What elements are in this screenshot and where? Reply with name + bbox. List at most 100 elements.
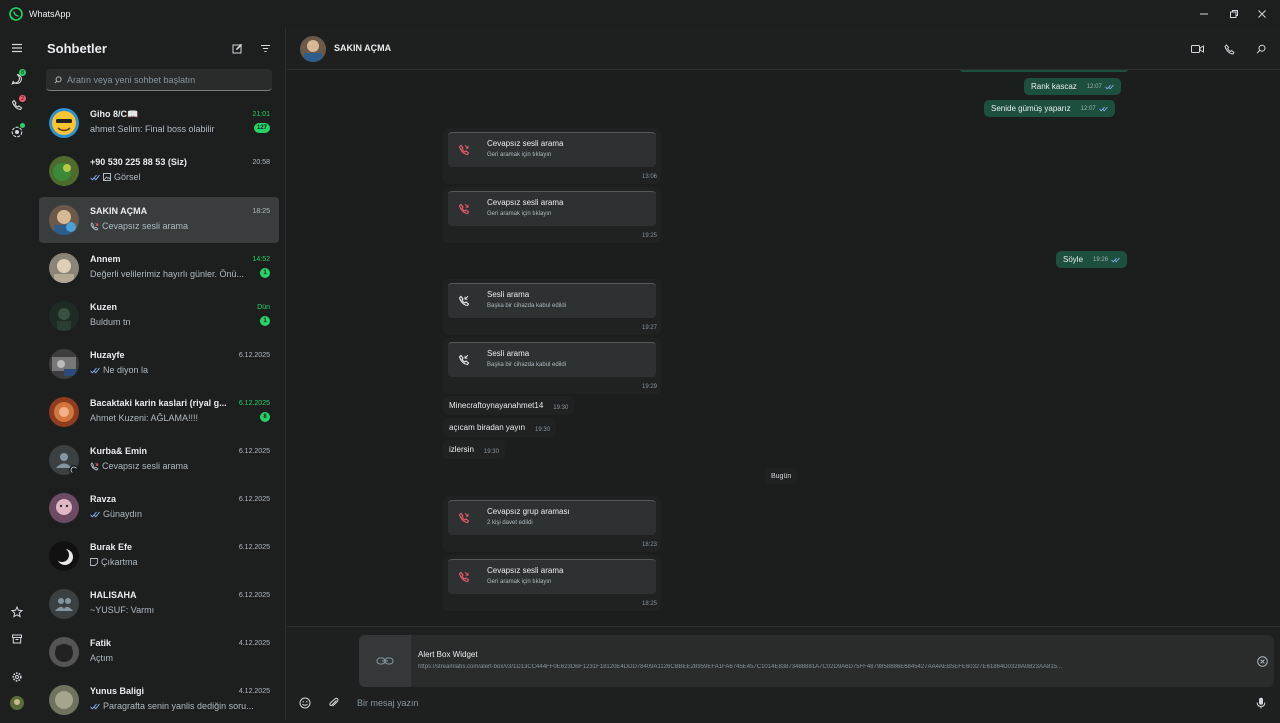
chat-name: Kuzen	[90, 302, 117, 312]
chat-name: +90 530 225 88 53 (Siz)	[90, 157, 187, 167]
status-nav-button[interactable]	[8, 123, 26, 141]
chat-time: 6.12.2025	[238, 400, 270, 407]
message-time: 12:07	[1086, 83, 1102, 90]
call-card[interactable]: Sesli arama Başka bir cihazda kabul edil…	[443, 338, 661, 394]
message-input[interactable]	[357, 695, 1237, 711]
chats-heading: Sohbetler	[47, 41, 107, 56]
call-time: 18:23	[641, 542, 657, 548]
new-chat-button[interactable]	[230, 41, 244, 55]
video-call-button[interactable]	[1189, 41, 1205, 57]
emoji-button[interactable]	[297, 695, 313, 711]
call-card[interactable]: Cevapsız sesli arama Geri aramak için tı…	[443, 187, 661, 243]
close-window-button[interactable]	[1244, 0, 1280, 28]
chat-time: 6.12.2025	[238, 544, 270, 551]
phone-icon	[1223, 43, 1235, 55]
outgoing-message[interactable]: Rank kascaz 12:07	[1024, 78, 1121, 95]
archived-nav-button[interactable]	[8, 630, 26, 648]
chat-item-sakin-acma[interactable]: SAKIN AÇMA Cevapsız sesli arama 18:25	[39, 197, 279, 243]
menu-button[interactable]	[8, 39, 26, 57]
search-chat-button[interactable]	[1253, 41, 1269, 57]
incoming-message[interactable]: izlersin 19:30	[443, 440, 505, 459]
incoming-call-icon	[457, 353, 471, 367]
chat-item-huzayfe[interactable]: Huzayfe Ne diyon la 6.12.2025	[39, 341, 279, 387]
call-card[interactable]: Cevapsız sesli arama Geri aramak için tı…	[443, 555, 661, 611]
message-time: 19:26	[1093, 256, 1109, 263]
call-time: 18:25	[641, 601, 657, 607]
call-title: Cevapsız grup araması	[487, 507, 570, 516]
filter-button[interactable]	[258, 41, 272, 55]
double-check-icon	[90, 511, 100, 518]
chat-name: Yunus Baligi	[90, 686, 145, 696]
title-bar: WhatsApp	[0, 0, 1280, 28]
call-card[interactable]: Cevapsız sesli arama Geri aramak için tı…	[443, 128, 661, 184]
chat-item-burak-efe[interactable]: Burak Efe Çıkartma 6.12.2025	[39, 533, 279, 579]
chat-preview-text: Çıkartma	[101, 557, 138, 567]
link-preview[interactable]: Alert Box Widget https://streamlabs.com/…	[359, 635, 1274, 687]
message-list[interactable]: Rank kascaz 12:07 Senide gümüş yaparız 1…	[287, 70, 1280, 626]
call-card-body[interactable]: Sesli arama Başka bir cihazda kabul edil…	[448, 342, 656, 377]
search-input[interactable]: Aratın veya yeni sohbet başlatın	[67, 75, 195, 85]
chat-time: 14:52	[252, 256, 270, 263]
link-icon	[376, 656, 394, 666]
call-card[interactable]: Cevapsız grup araması 2 kişi davet edild…	[443, 496, 661, 552]
chat-item-halisaha[interactable]: HALISAHA ~YUSUF: Varmı 6.12.2025	[39, 581, 279, 627]
chat-item-fatik[interactable]: Fatik Açtım 4.12.2025	[39, 629, 279, 675]
outgoing-message[interactable]: Söyle 19:26	[1056, 251, 1128, 268]
call-title: Cevapsız sesli arama	[487, 139, 564, 148]
call-title: Cevapsız sesli arama	[487, 198, 564, 207]
incoming-message[interactable]: açıcam biradan yayın 19:30	[443, 418, 557, 437]
call-card-body[interactable]: Cevapsız sesli arama Geri aramak için tı…	[448, 191, 656, 226]
close-preview-button[interactable]	[1256, 655, 1268, 667]
paperclip-icon	[328, 697, 340, 709]
voice-message-button[interactable]	[1253, 695, 1269, 711]
composer: Alert Box Widget https://streamlabs.com/…	[287, 626, 1280, 720]
chat-time: 4.12.2025	[238, 688, 270, 695]
outgoing-message[interactable]: Senide gümüş yaparız 12:07	[984, 100, 1115, 117]
chat-item-yunus-baligi[interactable]: Yunus Baligi Paragrafta senin yanlis ded…	[39, 677, 279, 723]
chat-name: Kurba& Emin	[90, 446, 148, 456]
call-card-body[interactable]: Cevapsız grup araması 2 kişi davet edild…	[448, 500, 656, 535]
call-card[interactable]: Sesli arama Başka bir cihazda kabul edil…	[443, 279, 661, 335]
chat-item-annem[interactable]: Annem Değerli velilerimiz hayırlı günler…	[39, 245, 279, 291]
chat-preview: Buldum tn	[90, 317, 131, 327]
restore-icon	[1229, 9, 1239, 19]
missed-call-icon	[457, 202, 471, 216]
chat-preview: Ne diyon la	[90, 365, 148, 375]
calls-nav-button[interactable]: 2	[8, 95, 26, 114]
chat-item-ravza[interactable]: Ravza Günaydın 6.12.2025	[39, 485, 279, 531]
profile-nav-button[interactable]	[8, 694, 26, 712]
contact-name[interactable]: SAKIN AÇMA	[334, 43, 391, 53]
missed-call-icon	[457, 511, 471, 525]
chat-item-giho-8c[interactable]: Giho 8/C📖 ahmet Selim: Final boss olabil…	[39, 100, 279, 146]
chat-name: Annem	[90, 254, 121, 264]
call-card-body[interactable]: Cevapsız sesli arama Geri aramak için tı…	[448, 559, 656, 594]
read-receipt-icon	[1105, 84, 1114, 90]
voice-call-button[interactable]	[1221, 41, 1237, 57]
avatar	[49, 541, 79, 571]
minimize-icon	[1199, 9, 1209, 19]
chat-item-kurba-emin[interactable]: Kurba& Emin Cevapsız sesli arama 6.12.20…	[39, 437, 279, 483]
message-time: 12:07	[1080, 105, 1096, 112]
chat-name: Burak Efe	[90, 542, 133, 552]
contact-avatar[interactable]	[300, 36, 326, 62]
call-card-body[interactable]: Sesli arama Başka bir cihazda kabul edil…	[448, 283, 656, 318]
starred-nav-button[interactable]	[8, 603, 26, 621]
chat-time: Dün	[257, 304, 270, 311]
chat-item-kuzen[interactable]: Kuzen Buldum tn Dün 1	[39, 293, 279, 339]
call-time: 19:27	[641, 325, 657, 331]
message-bubble-partial	[960, 70, 1128, 72]
chats-nav-button[interactable]: 8	[8, 69, 26, 88]
chat-preview-text: Değerli velilerimiz hayırlı günler. Önü.…	[90, 269, 245, 279]
link-preview-url: https://streamlabs.com/alert-box/v3/1D13…	[418, 664, 1063, 670]
chat-item-self[interactable]: +90 530 225 88 53 (Siz) Görsel 20:58	[39, 148, 279, 194]
chat-preview: Açtım	[90, 653, 113, 663]
chat-preview: Çıkartma	[90, 557, 138, 567]
incoming-message[interactable]: Minecraftoynayanahmet14 19:30	[443, 396, 575, 415]
conversation-header[interactable]: SAKIN AÇMA	[287, 28, 1280, 70]
chat-item-bacaktaki[interactable]: Bacaktaki karin kaslari (riyal g... Ahme…	[39, 389, 279, 435]
settings-nav-button[interactable]	[8, 668, 26, 686]
search-bar[interactable]: Aratın veya yeni sohbet başlatın	[46, 69, 272, 91]
call-card-body[interactable]: Cevapsız sesli arama Geri aramak için tı…	[448, 132, 656, 167]
attach-button[interactable]	[326, 695, 342, 711]
chat-preview-text: Ahmet Kuzeni: AĞLAMA!!!!	[90, 413, 199, 423]
